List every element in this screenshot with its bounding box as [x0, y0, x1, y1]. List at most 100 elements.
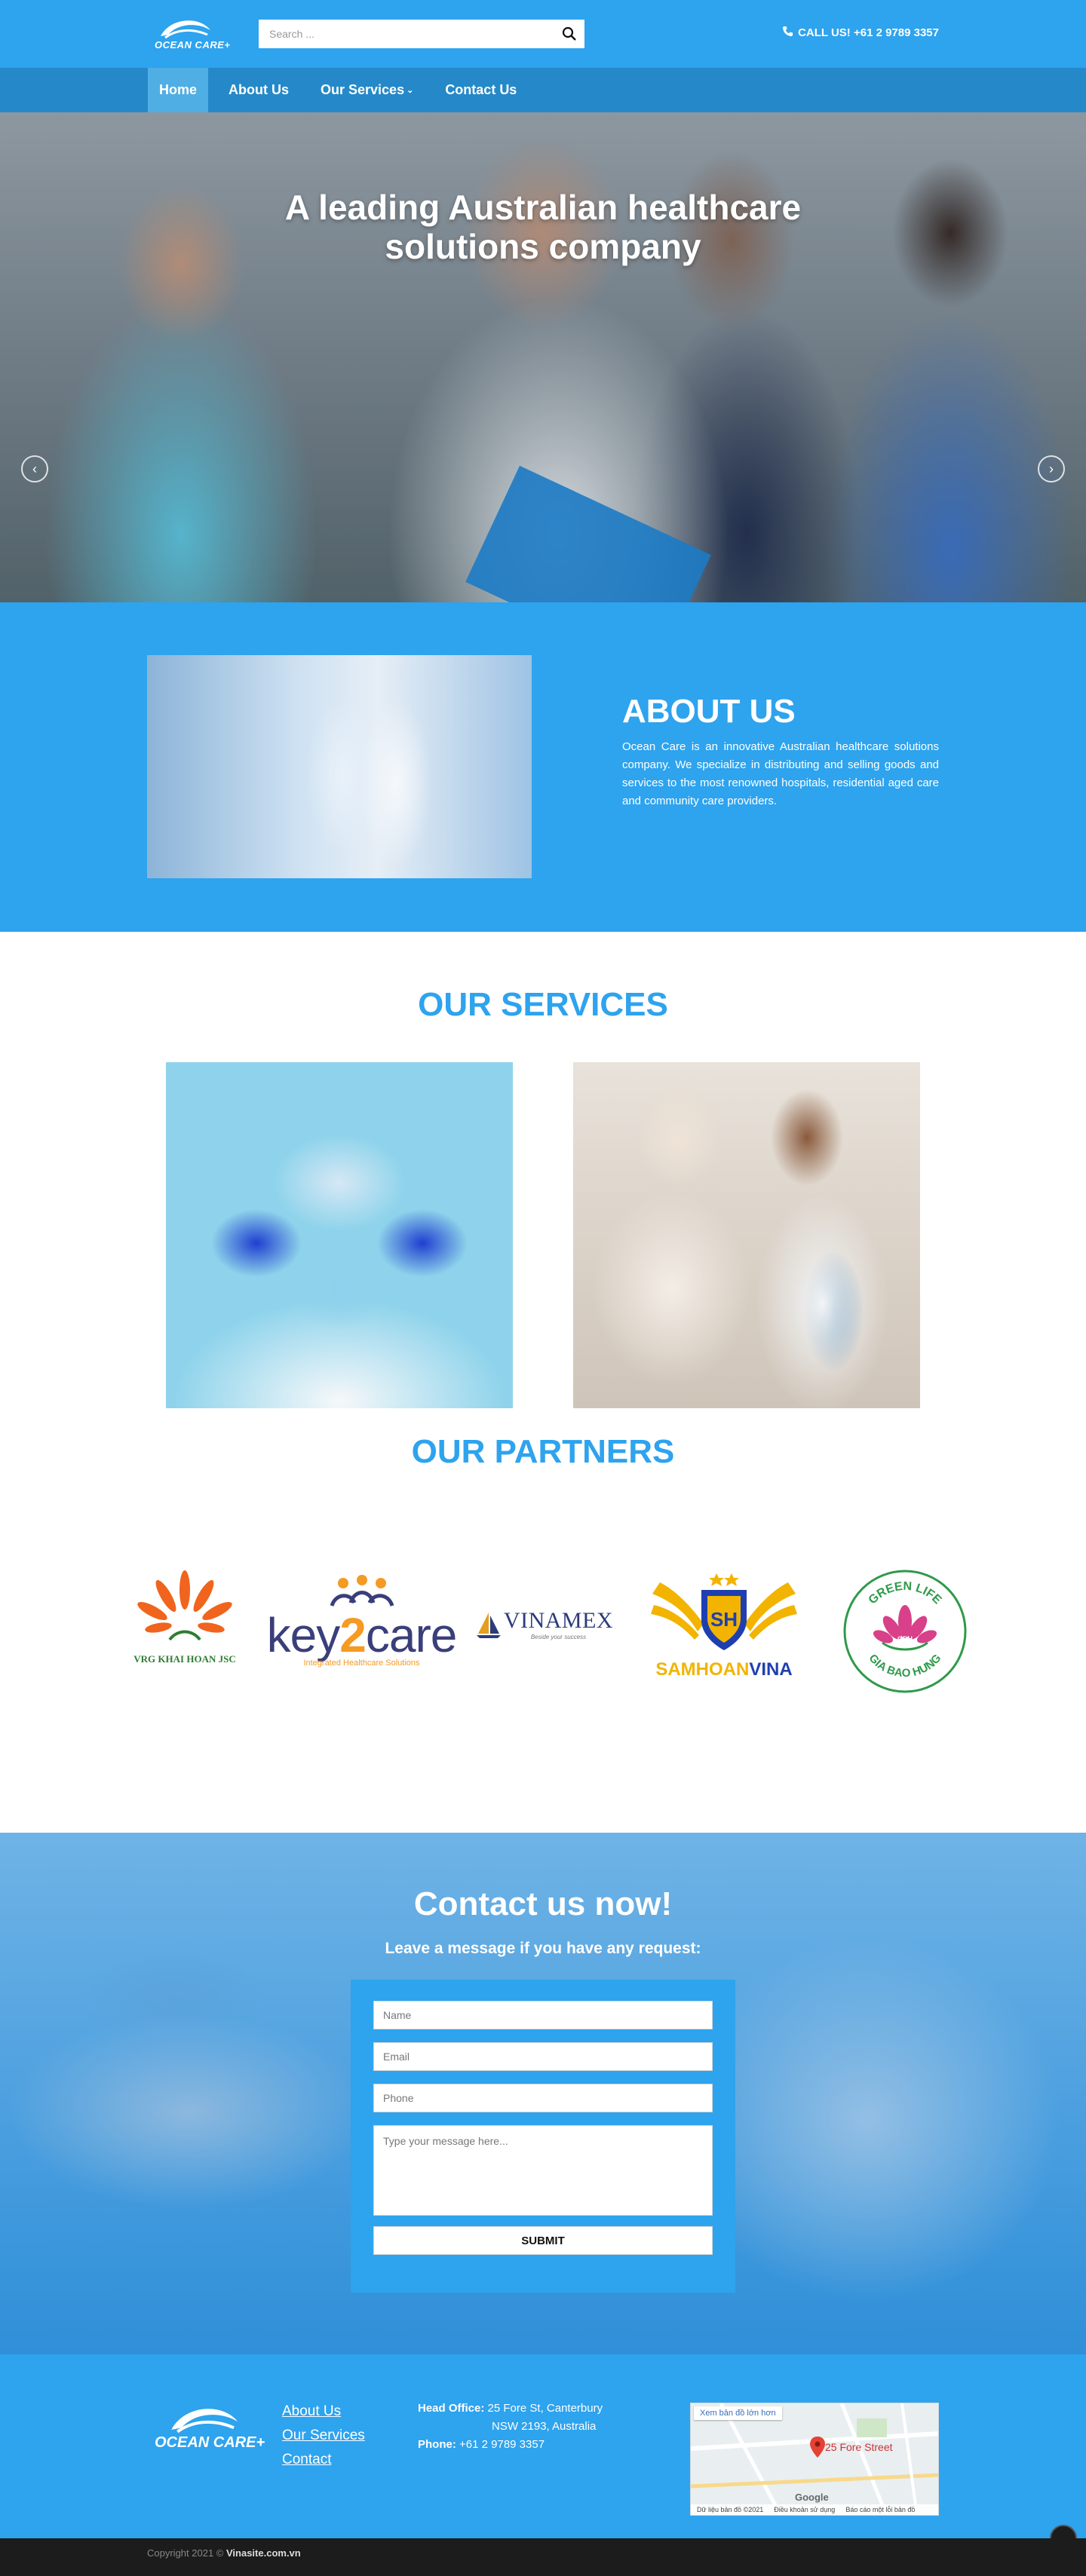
top-header: OCEAN CARE+ CALL US! +61 2 9789 3357	[0, 0, 1086, 68]
svg-text:GIA BAO HUNG: GIA BAO HUNG	[867, 1652, 944, 1680]
map-place-label: 25 Fore Street	[825, 2441, 893, 2453]
partner-key2care[interactable]: key2care Integrated Healthcare Solutions	[267, 1574, 457, 1668]
copyright-bar: Copyright 2021 © Vinasite.com.vn	[0, 2538, 1086, 2576]
nav-our-services-label: Our Services	[321, 82, 405, 97]
partners-title: OUR PARTNERS	[411, 1433, 675, 1470]
samhoan-word: SAMHOAN	[655, 1659, 750, 1680]
copyright-prefix: Copyright 2021 ©	[147, 2547, 224, 2559]
call-us-text: CALL US! +61 2 9789 3357	[798, 26, 939, 39]
nav-our-services[interactable]: Our Services ⌄	[309, 68, 425, 112]
nav-contact-us[interactable]: Contact Us	[434, 68, 528, 112]
google-map[interactable]: Xem bản đồ lớn hơn 25 Fore Street Google…	[690, 2403, 939, 2516]
contact-subtitle: Leave a message if you have any request:	[385, 1940, 701, 1957]
hero-title: A leading Australian healthcare solution…	[0, 188, 1086, 266]
key2care-wordmark: key2care	[267, 1611, 458, 1659]
green-life-bottom-text: GIA BAO HUNG	[867, 1652, 944, 1680]
contact-section: Contact us now! Leave a message if you h…	[0, 1833, 1086, 2354]
about-image	[147, 655, 532, 878]
samhoan-wordmark: SAMHOANVINA	[655, 1659, 792, 1680]
wave-logo-icon	[161, 20, 210, 39]
samhoan-badge-text: SH	[710, 1608, 738, 1631]
key2care-care: care	[365, 1608, 457, 1662]
email-field[interactable]	[373, 2042, 713, 2071]
map-footer: Dữ liệu bản đồ ©2021 Điều khoản sử dụng …	[691, 2504, 938, 2515]
slider-prev-button[interactable]: ‹	[21, 455, 48, 482]
service-card-ppe[interactable]	[166, 1062, 513, 1408]
nav-home[interactable]: Home	[148, 68, 209, 112]
phone-field[interactable]	[373, 2084, 713, 2112]
phone-label: Phone:	[418, 2438, 456, 2451]
call-us[interactable]: CALL US! +61 2 9789 3357	[782, 26, 939, 40]
partner-samhoan-vina[interactable]: SH SAMHOANVINA	[645, 1567, 803, 1680]
footer-logo-text: OCEAN CARE+	[155, 2434, 265, 2451]
footer-contact-info: Head Office: 25 Fore St, Canterbury NSW …	[418, 2400, 603, 2454]
logo[interactable]: OCEAN CARE+	[155, 14, 231, 54]
message-field[interactable]	[373, 2125, 713, 2216]
google-wordmark: Google	[795, 2492, 829, 2503]
map-pin-icon	[810, 2437, 825, 2458]
sailboat-icon	[476, 1612, 501, 1638]
phone-icon	[782, 26, 793, 40]
footer-link-our-services[interactable]: Our Services	[282, 2424, 365, 2448]
contact-form: SUBMIT	[351, 1980, 735, 2293]
key2care-tagline: Integrated Healthcare Solutions	[303, 1659, 420, 1668]
name-field[interactable]	[373, 2001, 713, 2029]
samhoan-shield-icon: SH	[651, 1573, 797, 1650]
partner-vinamex[interactable]: VINAMEX Beside your success	[466, 1608, 621, 1640]
map-report-link[interactable]: Báo cáo một lỗi bản đồ	[845, 2506, 915, 2513]
partner-vrg-khai-hoan[interactable]: VRG KHAI HOAN JSC	[124, 1567, 245, 1665]
svg-text:GREEN LIFE: GREEN LIFE	[867, 1580, 944, 1607]
about-text: ABOUT US Ocean Care is an innovative Aus…	[622, 693, 939, 810]
about-title: ABOUT US	[622, 693, 796, 730]
green-life-badge-text: GBH	[897, 1635, 913, 1643]
vrg-logo-icon	[137, 1570, 232, 1641]
chevron-down-icon: ⌄	[406, 86, 414, 95]
hero-image-overlay	[0, 112, 1086, 602]
nav-home-label: Home	[159, 82, 198, 97]
map-terms-link[interactable]: Điều khoản sử dụng	[774, 2506, 835, 2513]
slider-next-button[interactable]: ›	[1038, 455, 1065, 482]
service-card-aged-care[interactable]	[573, 1062, 920, 1408]
about-section: ABOUT US Ocean Care is an innovative Aus…	[0, 602, 1086, 932]
nav-about-us[interactable]: About Us	[217, 68, 300, 112]
main-nav: Home About Us Our Services ⌄ Contact Us	[0, 68, 1086, 112]
key2care-people-icon	[330, 1575, 394, 1607]
footer-logo[interactable]: OCEAN CARE+	[155, 2400, 265, 2452]
hero-slider: A leading Australian healthcare solution…	[0, 112, 1086, 602]
hero-title-line1: A leading Australian healthcare	[284, 188, 802, 227]
vrg-caption: VRG KHAI HOAN JSC	[133, 1653, 236, 1665]
key2care-key: key	[266, 1608, 341, 1662]
green-life-lotus-icon: GREEN LIFE GIA BAO HUNG GBH	[843, 1570, 967, 1693]
address-line1: 25 Fore St, Canterbury	[487, 2402, 603, 2415]
green-life-top-text: GREEN LIFE	[867, 1580, 944, 1607]
submit-button[interactable]: SUBMIT	[373, 2226, 713, 2255]
wave-logo-icon	[171, 2409, 238, 2434]
copyright-site[interactable]: Vinasite.com.vn	[226, 2547, 301, 2559]
footer-link-about-us[interactable]: About Us	[282, 2400, 365, 2424]
footer: OCEAN CARE+ About Us Our Services Contac…	[0, 2354, 1086, 2552]
nav-about-us-label: About Us	[229, 82, 290, 97]
map-data-credit: Dữ liệu bản đồ ©2021	[697, 2506, 764, 2513]
address-line2: NSW 2193, Australia	[492, 2420, 597, 2433]
partner-green-life[interactable]: GREEN LIFE GIA BAO HUNG GBH	[841, 1567, 969, 1695]
search-input[interactable]	[259, 20, 554, 48]
vinamex-tagline: Beside your success	[530, 1634, 587, 1640]
nav-contact-us-label: Contact Us	[445, 82, 517, 97]
footer-links: About Us Our Services Contact	[282, 2400, 365, 2472]
search-icon[interactable]	[554, 20, 584, 48]
vina-word: VINA	[749, 1659, 793, 1680]
about-body: Ocean Care is an innovative Australian h…	[622, 740, 939, 807]
hero-title-line2: solutions company	[385, 227, 701, 266]
vinamex-wordmark: VINAMEX	[503, 1608, 614, 1633]
map-view-larger-button[interactable]: Xem bản đồ lớn hơn	[694, 2406, 782, 2420]
footer-link-contact[interactable]: Contact	[282, 2448, 365, 2472]
logo-text: OCEAN CARE+	[155, 39, 231, 51]
vinamex-text: VINAMEX Beside your success	[504, 1608, 613, 1640]
copyright-text: Copyright 2021 © Vinasite.com.vn	[147, 2547, 301, 2559]
services-title: OUR SERVICES	[418, 986, 668, 1023]
head-office-label: Head Office:	[418, 2402, 485, 2415]
key2care-two: 2	[339, 1608, 367, 1662]
partners-section: OUR PARTNERS VRG KHAI HOAN JSC key2care …	[0, 1433, 1086, 1833]
contact-title: Contact us now!	[413, 1885, 673, 1922]
search-box	[259, 20, 584, 48]
